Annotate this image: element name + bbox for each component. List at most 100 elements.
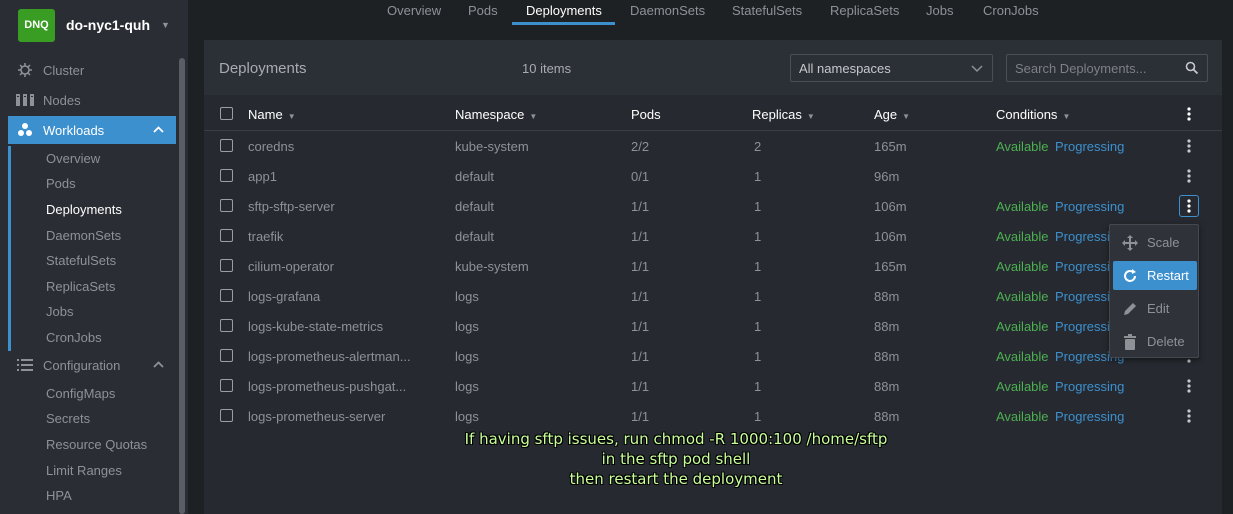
menu-restart[interactable]: Restart <box>1113 261 1197 290</box>
cell-name[interactable]: logs-kube-state-metrics <box>248 319 383 334</box>
table-row[interactable]: logs-kube-state-metrics logs 1/1 1 88m Availa… <box>204 311 1222 341</box>
sidebar-sub-replicasets[interactable]: ReplicaSets <box>46 279 115 294</box>
cell-age: 106m <box>874 199 907 214</box>
sidebar-sub-overview[interactable]: Overview <box>46 151 100 166</box>
cell-name[interactable]: sftp-sftp-server <box>248 199 335 214</box>
namespace-select[interactable]: All namespaces <box>790 54 993 82</box>
cell-age: 96m <box>874 169 900 184</box>
tab-jobs[interactable]: Jobs <box>926 3 953 18</box>
search-input[interactable]: Search Deployments... <box>1006 54 1208 82</box>
row-checkbox[interactable] <box>220 349 233 362</box>
row-menu-icon[interactable] <box>1182 407 1196 425</box>
tab-deployments[interactable]: Deployments <box>526 3 602 18</box>
cell-name[interactable]: cilium-operator <box>248 259 334 274</box>
table-row[interactable]: traefik default 1/1 1 106m Available Progressi… <box>204 221 1222 251</box>
table-row[interactable]: logs-prometheus-pushgat... logs 1/1 1 88m Ava… <box>204 371 1222 401</box>
cell-namespace: logs <box>455 349 479 364</box>
sidebar-sub-limit-ranges[interactable]: Limit Ranges <box>46 463 122 478</box>
condition-available: Available <box>996 349 1049 364</box>
sidebar: DNQ do-nyc1-quh ▼ Cluster Nodes Workload… <box>0 0 188 514</box>
cell-namespace: default <box>455 169 495 184</box>
cell-age: 88m <box>874 319 900 334</box>
cell-name[interactable]: logs-grafana <box>248 289 320 304</box>
tab-cronjobs[interactable]: CronJobs <box>983 3 1039 18</box>
table-row[interactable]: sftp-sftp-server default 1/1 1 106m Available… <box>204 191 1222 221</box>
cell-age: 106m <box>874 229 907 244</box>
cluster-switcher[interactable]: DNQ do-nyc1-quh ▼ <box>0 0 188 50</box>
sidebar-sub-daemonsets[interactable]: DaemonSets <box>46 228 121 243</box>
sidebar-scrollbar[interactable] <box>179 58 185 514</box>
table-row[interactable]: logs-grafana logs 1/1 1 88m Available Progress… <box>204 281 1222 311</box>
condition-available: Available <box>996 139 1049 154</box>
row-menu-icon[interactable] <box>1182 167 1196 185</box>
row-menu-icon[interactable] <box>1182 377 1196 395</box>
select-all-checkbox[interactable] <box>220 107 233 120</box>
cell-name[interactable]: logs-prometheus-pushgat... <box>248 379 406 394</box>
sidebar-sub-cronjobs[interactable]: CronJobs <box>46 330 102 345</box>
column-conditions[interactable]: Conditions ▼ <box>996 107 1070 122</box>
subtitle-line: in the sftp pod shell <box>601 450 751 468</box>
tab-replicasets[interactable]: ReplicaSets <box>830 3 899 18</box>
cell-name[interactable]: traefik <box>248 229 283 244</box>
row-checkbox[interactable] <box>220 409 233 422</box>
condition-progressing: Progressing <box>1055 199 1125 214</box>
sidebar-sub-secrets[interactable]: Secrets <box>46 411 90 426</box>
cell-name[interactable]: logs-prometheus-server <box>248 409 385 424</box>
sidebar-item-workloads[interactable]: Workloads <box>8 116 176 144</box>
row-checkbox[interactable] <box>220 169 233 182</box>
sidebar-item-cluster[interactable]: Cluster <box>8 56 176 84</box>
tab-daemonsets[interactable]: DaemonSets <box>630 3 705 18</box>
condition-available: Available <box>996 229 1049 244</box>
row-checkbox[interactable] <box>220 259 233 272</box>
row-menu-icon[interactable] <box>1182 137 1196 155</box>
sidebar-sub-jobs[interactable]: Jobs <box>46 304 73 319</box>
sidebar-sub-hpa[interactable]: HPA <box>46 488 72 503</box>
row-checkbox[interactable] <box>220 289 233 302</box>
tab-overview[interactable]: Overview <box>387 3 441 18</box>
sidebar-item-configuration[interactable]: Configuration <box>8 351 176 379</box>
menu-delete[interactable]: Delete <box>1113 327 1197 356</box>
sidebar-item-label: Workloads <box>43 122 105 138</box>
condition-available: Available <box>996 409 1049 424</box>
row-checkbox[interactable] <box>220 319 233 332</box>
helm-icon <box>16 62 34 78</box>
row-checkbox[interactable] <box>220 229 233 242</box>
menu-edit[interactable]: Edit <box>1113 294 1197 323</box>
table-row[interactable]: coredns kube-system 2/2 2 165m Available Progr… <box>204 131 1222 161</box>
tab-pods[interactable]: Pods <box>468 3 498 18</box>
condition-available: Available <box>996 379 1049 394</box>
table-row[interactable]: logs-prometheus-alertman... logs 1/1 1 88m Av… <box>204 341 1222 371</box>
row-checkbox[interactable] <box>220 139 233 152</box>
menu-label: Scale <box>1147 235 1180 250</box>
menu-scale[interactable]: Scale <box>1113 228 1197 257</box>
table-row[interactable]: app1 default 0/1 1 96m <box>204 161 1222 191</box>
namespace-select-value: All namespaces <box>799 60 891 76</box>
columns-menu-icon[interactable] <box>1182 105 1196 123</box>
sidebar-sub-pods[interactable]: Pods <box>46 176 76 191</box>
sidebar-sub-resource-quotas[interactable]: Resource Quotas <box>46 437 147 452</box>
column-namespace[interactable]: Namespace ▼ <box>455 107 537 122</box>
sidebar-sub-statefulsets[interactable]: StatefulSets <box>46 253 116 268</box>
table-row[interactable]: logs-prometheus-server logs 1/1 1 88m Availab… <box>204 401 1222 431</box>
cell-namespace: logs <box>455 289 479 304</box>
sidebar-sub-deployments[interactable]: Deployments <box>46 202 122 217</box>
sort-icon: ▼ <box>529 112 538 121</box>
cell-name[interactable]: logs-prometheus-alertman... <box>248 349 411 364</box>
row-checkbox[interactable] <box>220 199 233 212</box>
row-menu-icon[interactable] <box>1179 195 1199 217</box>
chevron-up-icon <box>153 124 164 136</box>
cell-name[interactable]: app1 <box>248 169 277 184</box>
cell-age: 88m <box>874 409 900 424</box>
cell-replicas: 1 <box>754 199 762 214</box>
cell-name[interactable]: coredns <box>248 139 294 154</box>
tab-statefulsets[interactable]: StatefulSets <box>732 3 802 18</box>
condition-available: Available <box>996 289 1049 304</box>
column-label: Namespace <box>455 107 525 122</box>
column-replicas[interactable]: Replicas ▼ <box>752 107 815 122</box>
sidebar-item-nodes[interactable]: Nodes <box>8 86 176 114</box>
row-checkbox[interactable] <box>220 379 233 392</box>
sidebar-sub-configmaps[interactable]: ConfigMaps <box>46 386 115 401</box>
column-age[interactable]: Age ▼ <box>874 107 910 122</box>
table-row[interactable]: cilium-operator kube-system 1/1 1 165m Availa… <box>204 251 1222 281</box>
column-name[interactable]: Name ▼ <box>248 107 296 122</box>
